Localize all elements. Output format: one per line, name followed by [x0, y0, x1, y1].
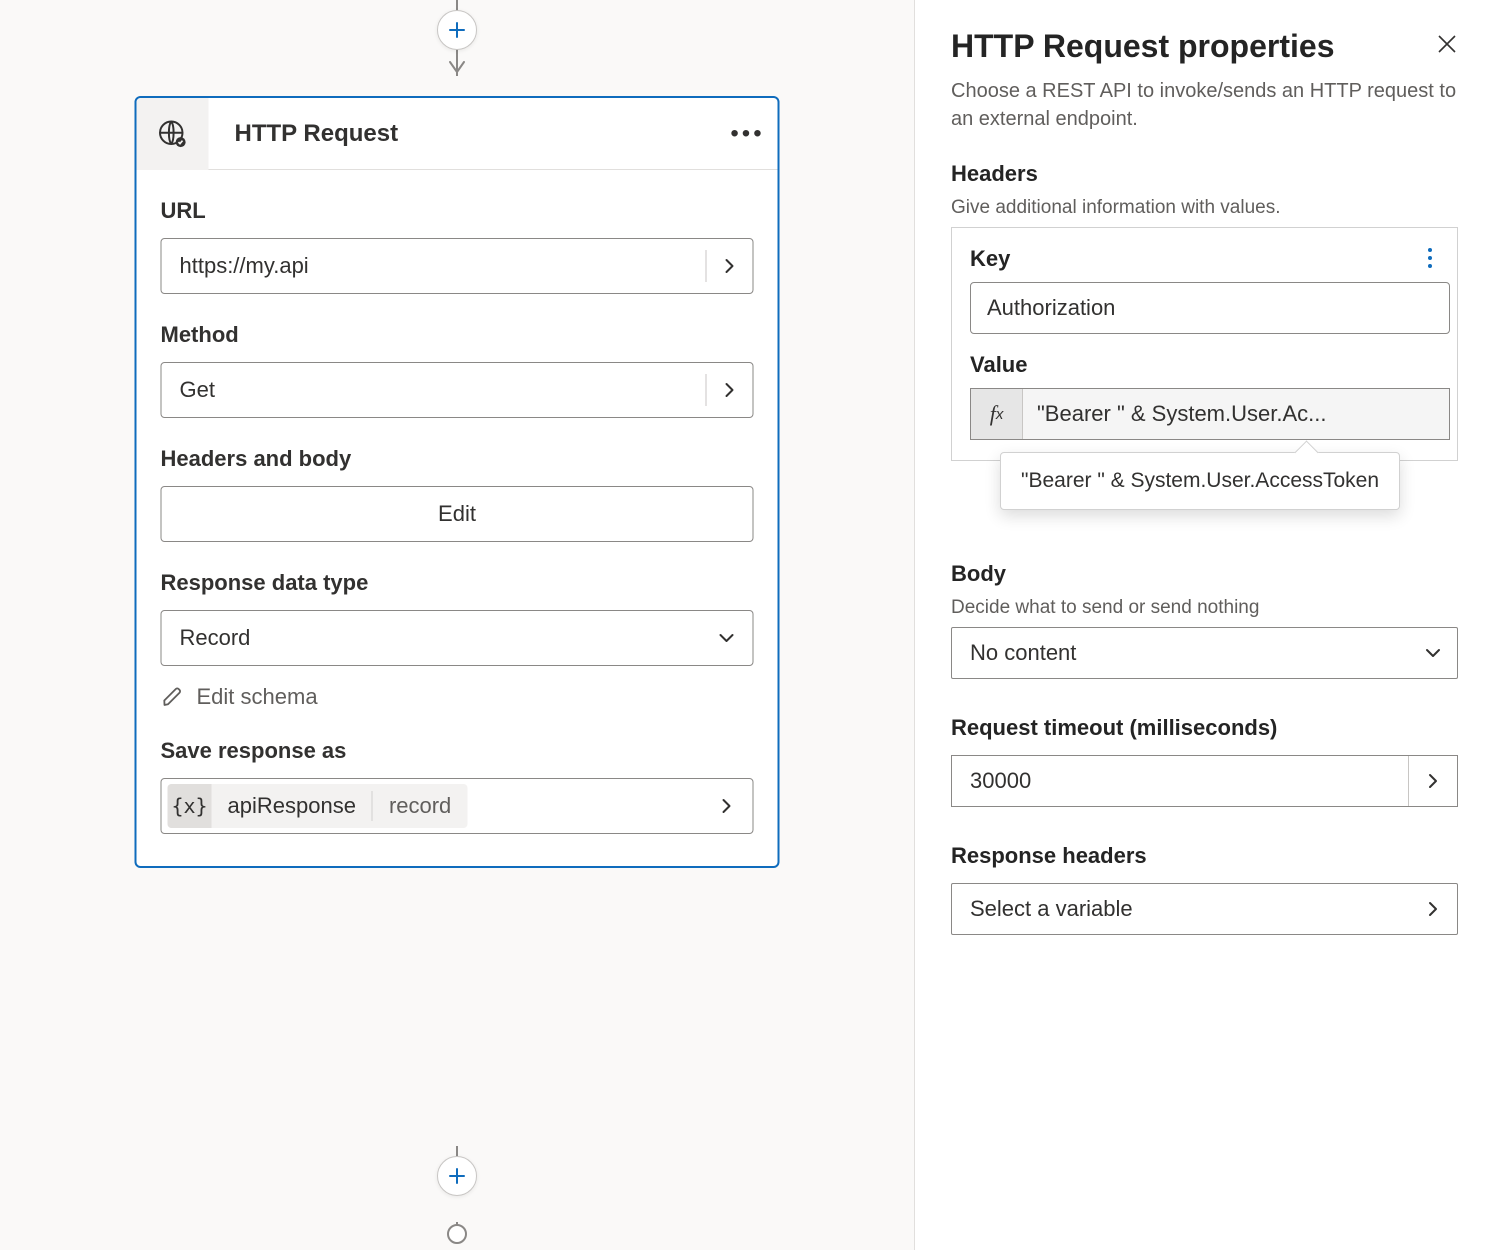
variable-icon: {x}: [168, 784, 212, 828]
url-value: https://my.api: [162, 253, 706, 279]
pencil-icon: [161, 685, 185, 709]
timeout-value: 30000: [952, 756, 1409, 806]
formula-tooltip: "Bearer " & System.User.AccessToken: [1000, 452, 1400, 510]
header-value-text: "Bearer " & System.User.Ac...: [1023, 401, 1435, 427]
panel-title: HTTP Request properties: [951, 28, 1334, 65]
header-value-label: Value: [970, 352, 1439, 378]
header-value-formula[interactable]: fx "Bearer " & System.User.Ac...: [970, 388, 1450, 440]
more-vertical-icon: [1427, 247, 1433, 269]
response-headers-section-title: Response headers: [951, 843, 1458, 869]
timeout-input[interactable]: 30000: [951, 755, 1458, 807]
url-label: URL: [161, 198, 754, 224]
node-header: HTTP Request •••: [137, 98, 778, 170]
add-action-top-button[interactable]: [437, 10, 477, 50]
body-select[interactable]: No content: [951, 627, 1458, 679]
save-response-label: Save response as: [161, 738, 754, 764]
flow-canvas: HTTP Request ••• URL https://my.api Meth…: [0, 0, 914, 1250]
variable-chevron-button[interactable]: [707, 797, 747, 815]
http-request-node[interactable]: HTTP Request ••• URL https://my.api Meth…: [135, 96, 780, 868]
method-value: Get: [162, 377, 706, 403]
url-chevron-button[interactable]: [707, 257, 753, 275]
timeout-section-title: Request timeout (milliseconds): [951, 715, 1458, 741]
arrowhead-icon: [448, 60, 466, 79]
body-section-title: Body: [951, 561, 1458, 587]
close-icon: [1436, 33, 1458, 55]
response-type-label: Response data type: [161, 570, 754, 596]
edit-schema-label: Edit schema: [197, 684, 318, 710]
header-item-menu-button[interactable]: [1421, 241, 1439, 280]
header-key-value: Authorization: [987, 295, 1115, 321]
body-hint: Decide what to send or send nothing: [951, 597, 1458, 619]
headers-body-label: Headers and body: [161, 446, 754, 472]
method-chevron-button[interactable]: [707, 381, 753, 399]
fx-icon: fx: [971, 389, 1023, 439]
add-action-bottom-button[interactable]: [437, 1156, 477, 1196]
headers-card: Key Authorization Value fx "Bearer " & S…: [951, 227, 1458, 461]
variable-chip: {x} apiResponse record: [168, 784, 468, 828]
node-body: URL https://my.api Method Get: [137, 170, 778, 866]
edit-headers-body-button[interactable]: Edit: [161, 486, 754, 542]
chevron-right-icon: [1409, 900, 1457, 918]
response-headers-select[interactable]: Select a variable: [951, 883, 1458, 935]
chevron-down-icon: [1409, 644, 1457, 662]
panel-description: Choose a REST API to invoke/sends an HTT…: [951, 77, 1458, 133]
variable-type: record: [372, 791, 467, 821]
header-key-label: Key: [970, 246, 1010, 272]
save-response-variable[interactable]: {x} apiResponse record: [161, 778, 754, 834]
method-label: Method: [161, 322, 754, 348]
response-headers-placeholder: Select a variable: [952, 896, 1409, 922]
node-more-button[interactable]: •••: [718, 120, 778, 148]
body-value: No content: [952, 640, 1409, 666]
timeout-chevron-button[interactable]: [1409, 772, 1457, 790]
method-input[interactable]: Get: [161, 362, 754, 418]
chevron-down-icon: [701, 629, 753, 647]
response-type-value: Record: [162, 625, 701, 651]
response-type-select[interactable]: Record: [161, 610, 754, 666]
headers-hint: Give additional information with values.: [951, 197, 1458, 219]
url-input[interactable]: https://my.api: [161, 238, 754, 294]
close-panel-button[interactable]: [1436, 33, 1458, 60]
edit-schema-button[interactable]: Edit schema: [161, 684, 754, 710]
globe-icon: [137, 98, 209, 170]
variable-name: apiResponse: [212, 793, 372, 819]
properties-panel: HTTP Request properties Choose a REST AP…: [914, 0, 1494, 1250]
header-key-input[interactable]: Authorization: [970, 282, 1450, 334]
flow-end-circle: [447, 1224, 467, 1244]
node-title: HTTP Request: [209, 120, 718, 148]
headers-section-title: Headers: [951, 161, 1458, 187]
